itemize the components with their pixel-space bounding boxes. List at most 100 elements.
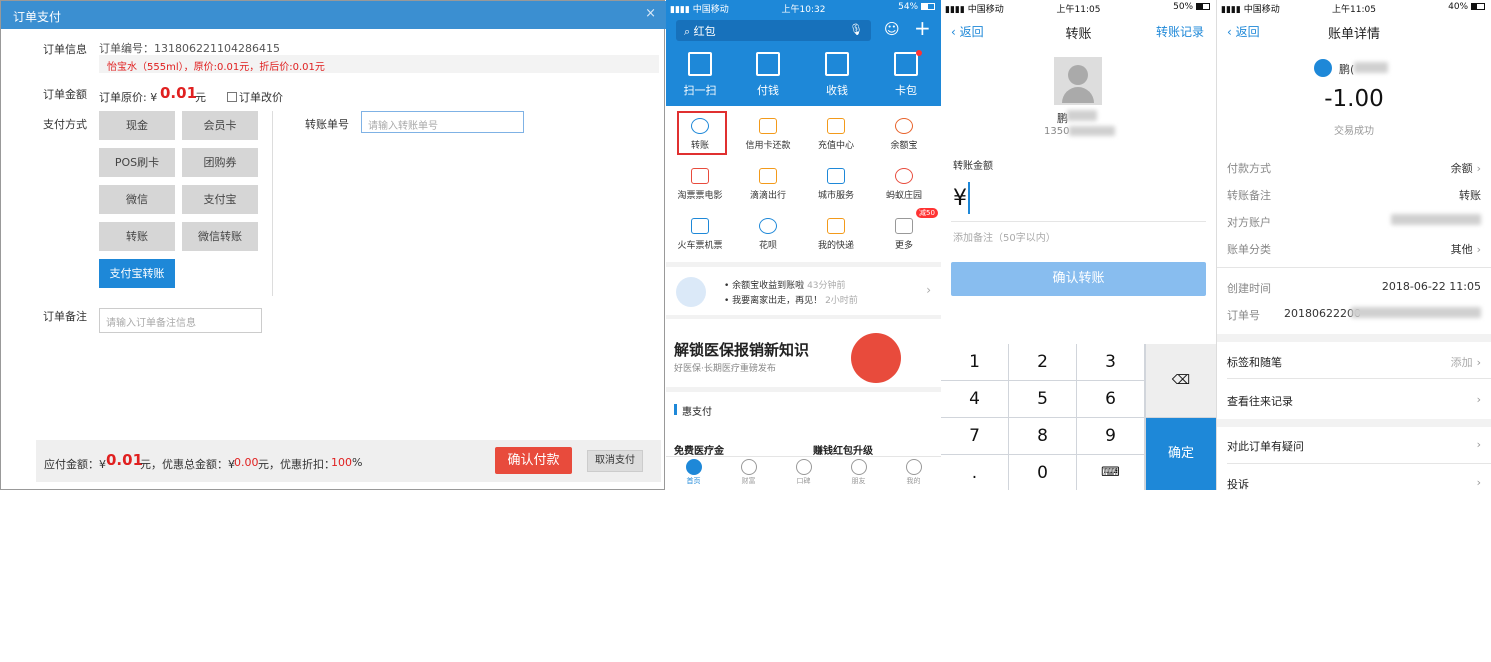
add-icon[interactable]: + [914,16,931,40]
pay-method-cash[interactable]: 现金 [99,111,175,140]
service-yuebao[interactable]: 余额宝 [870,118,938,151]
service-topup[interactable]: 充值中心 [802,118,870,151]
key-4[interactable]: 4 [941,381,1008,417]
chevron-right-icon: › [1476,476,1481,489]
action-scan-label: 扫一扫 [683,84,717,97]
service-movie[interactable]: 淘票票电影 [666,168,734,201]
service-credit-card[interactable]: 信用卡还款 [734,118,802,151]
avatar-head [1068,65,1088,85]
news-item: • 我要离家出走，再见！ 2小时前 [724,296,858,306]
pay-method-transfer[interactable]: 转账 [99,222,175,251]
section-gap [1217,334,1491,342]
search-input[interactable]: ⌕ 红包 🎙 [676,20,871,41]
transfer-history-link[interactable]: 转账记录 [1156,23,1204,40]
row-label: 对此订单有疑问 [1227,440,1304,453]
service-ant-farm[interactable]: 蚂蚁庄园 [870,168,938,201]
home-header: ▮▮▮▮ 中国移动 上午10:32 54% ⌕ 红包 🎙 ☺ + 扫一扫 付钱 … [666,0,941,106]
row-value: 其他 [1450,243,1473,256]
tab-label: 首页 [686,477,701,485]
key-8[interactable]: 8 [1009,418,1076,454]
key-5[interactable]: 5 [1009,381,1076,417]
status-bar: ▮▮▮▮ 中国移动 上午11:05 50% [941,0,1216,16]
divider [1217,267,1491,268]
remark-input[interactable]: 请输入订单备注信息 [99,308,262,333]
pay-method-wechat-transfer[interactable]: 微信转账 [182,222,258,251]
key-3[interactable]: 3 [1077,344,1144,380]
chicken-icon [895,168,913,184]
pay-method-pos[interactable]: POS刷卡 [99,148,175,177]
keyboard-hide-key[interactable]: ⌨ [1077,455,1144,490]
tab-label: 财富 [741,477,756,485]
more-badge: 减50 [916,208,938,218]
action-receive[interactable]: 收钱 [807,52,867,98]
remark-input[interactable]: 添加备注（50字以内） [953,229,1056,244]
chevron-right-icon: › [1476,393,1481,406]
redacted-name [1354,62,1388,73]
service-huabei[interactable]: 花呗 [734,218,802,251]
action-pay[interactable]: 付钱 [738,52,798,98]
battery-icon [921,3,935,10]
cancel-payment-button[interactable]: 取消支付 [587,450,643,472]
backspace-icon: ⌫ [1171,373,1191,388]
service-label: 更多 [894,241,913,251]
news-ticker[interactable]: • 余额宝收益到账啦 43分钟前 • 我要离家出走，再见！ 2小时前 › [666,267,941,315]
pay-method-alipay-transfer[interactable]: 支付宝转账 [99,259,175,288]
tab-home[interactable]: 首页 [666,459,721,486]
promo-banner[interactable]: 解锁医保报销新知识 好医保·长期医疗重磅发布 [666,319,941,387]
backspace-key[interactable]: ⌫ [1146,344,1216,417]
row-label: 标签和随笔 [1227,356,1282,369]
service-express[interactable]: 我的快递 [802,218,870,251]
nav-bar: ‹ 返回 账单详情 [1217,16,1491,46]
service-label: 城市服务 [817,191,854,201]
battery-icon [1471,3,1485,10]
action-cards[interactable]: 卡包 [876,52,936,98]
card-right-title[interactable]: 赚钱红包升级 [813,442,873,457]
action-scan[interactable]: 扫一扫 [670,52,730,98]
key-7[interactable]: 7 [941,418,1008,454]
key-6[interactable]: 6 [1077,381,1144,417]
service-didi[interactable]: 滴滴出行 [734,168,802,201]
yuan-icon [740,459,757,475]
service-city[interactable]: 城市服务 [802,168,870,201]
done-key[interactable]: 确定 [1146,418,1216,490]
change-price-checkbox[interactable] [227,92,237,102]
confirm-payment-button[interactable]: 确认付款 [495,447,572,474]
item-line-bg: 怡宝水（555ml），原价:0.01元，折后价:0.01元 [99,55,659,73]
key-2[interactable]: 2 [1009,344,1076,380]
pay-method-alipay[interactable]: 支付宝 [182,185,258,214]
huabei-icon [759,218,777,234]
city-building-icon [827,168,845,184]
contacts-icon[interactable]: ☺ [884,20,900,38]
pay-method-wechat[interactable]: 微信 [99,185,175,214]
service-more[interactable]: 更多 [870,218,938,251]
avatar [1054,57,1102,105]
key-9[interactable]: 9 [1077,418,1144,454]
tab-koubei[interactable]: 口碑 [776,459,831,486]
tab-friends[interactable]: 朋友 [831,459,886,486]
redacted-order [1351,307,1481,318]
service-train[interactable]: 火车票机票 [666,218,734,251]
service-transfer[interactable]: 转账 [666,118,734,151]
tab-me[interactable]: 我的 [886,459,941,486]
row-label: 查看往来记录 [1227,395,1293,408]
microphone-icon[interactable]: 🎙 [849,23,863,36]
transfer-no-label: 转账单号 [305,118,349,131]
confirm-transfer-button[interactable]: 确认转账 [951,262,1206,296]
key-0[interactable]: 0 [1009,455,1076,490]
key-dot[interactable]: . [941,455,1008,490]
divider [272,111,273,296]
row-label: 对方账户 [1227,216,1271,229]
row-value: 转账 [1459,189,1481,202]
card-left-title[interactable]: 免费医疗金 [674,442,724,457]
tab-label: 朋友 [851,477,866,485]
pay-method-member-card[interactable]: 会员卡 [182,111,258,140]
battery-percent: 40% [1448,2,1469,12]
transfer-no-input[interactable]: 请输入转账单号 [361,111,524,133]
alipay-home-screen: ▮▮▮▮ 中国移动 上午10:32 54% ⌕ 红包 🎙 ☺ + 扫一扫 付钱 … [666,0,941,490]
close-icon[interactable]: × [645,6,656,21]
order-amount-label: 订单金额 [43,88,87,101]
tab-wealth[interactable]: 财富 [721,459,776,486]
amount-input[interactable] [968,182,970,214]
pay-method-group-coupon[interactable]: 团购券 [182,148,258,177]
key-1[interactable]: 1 [941,344,1008,380]
